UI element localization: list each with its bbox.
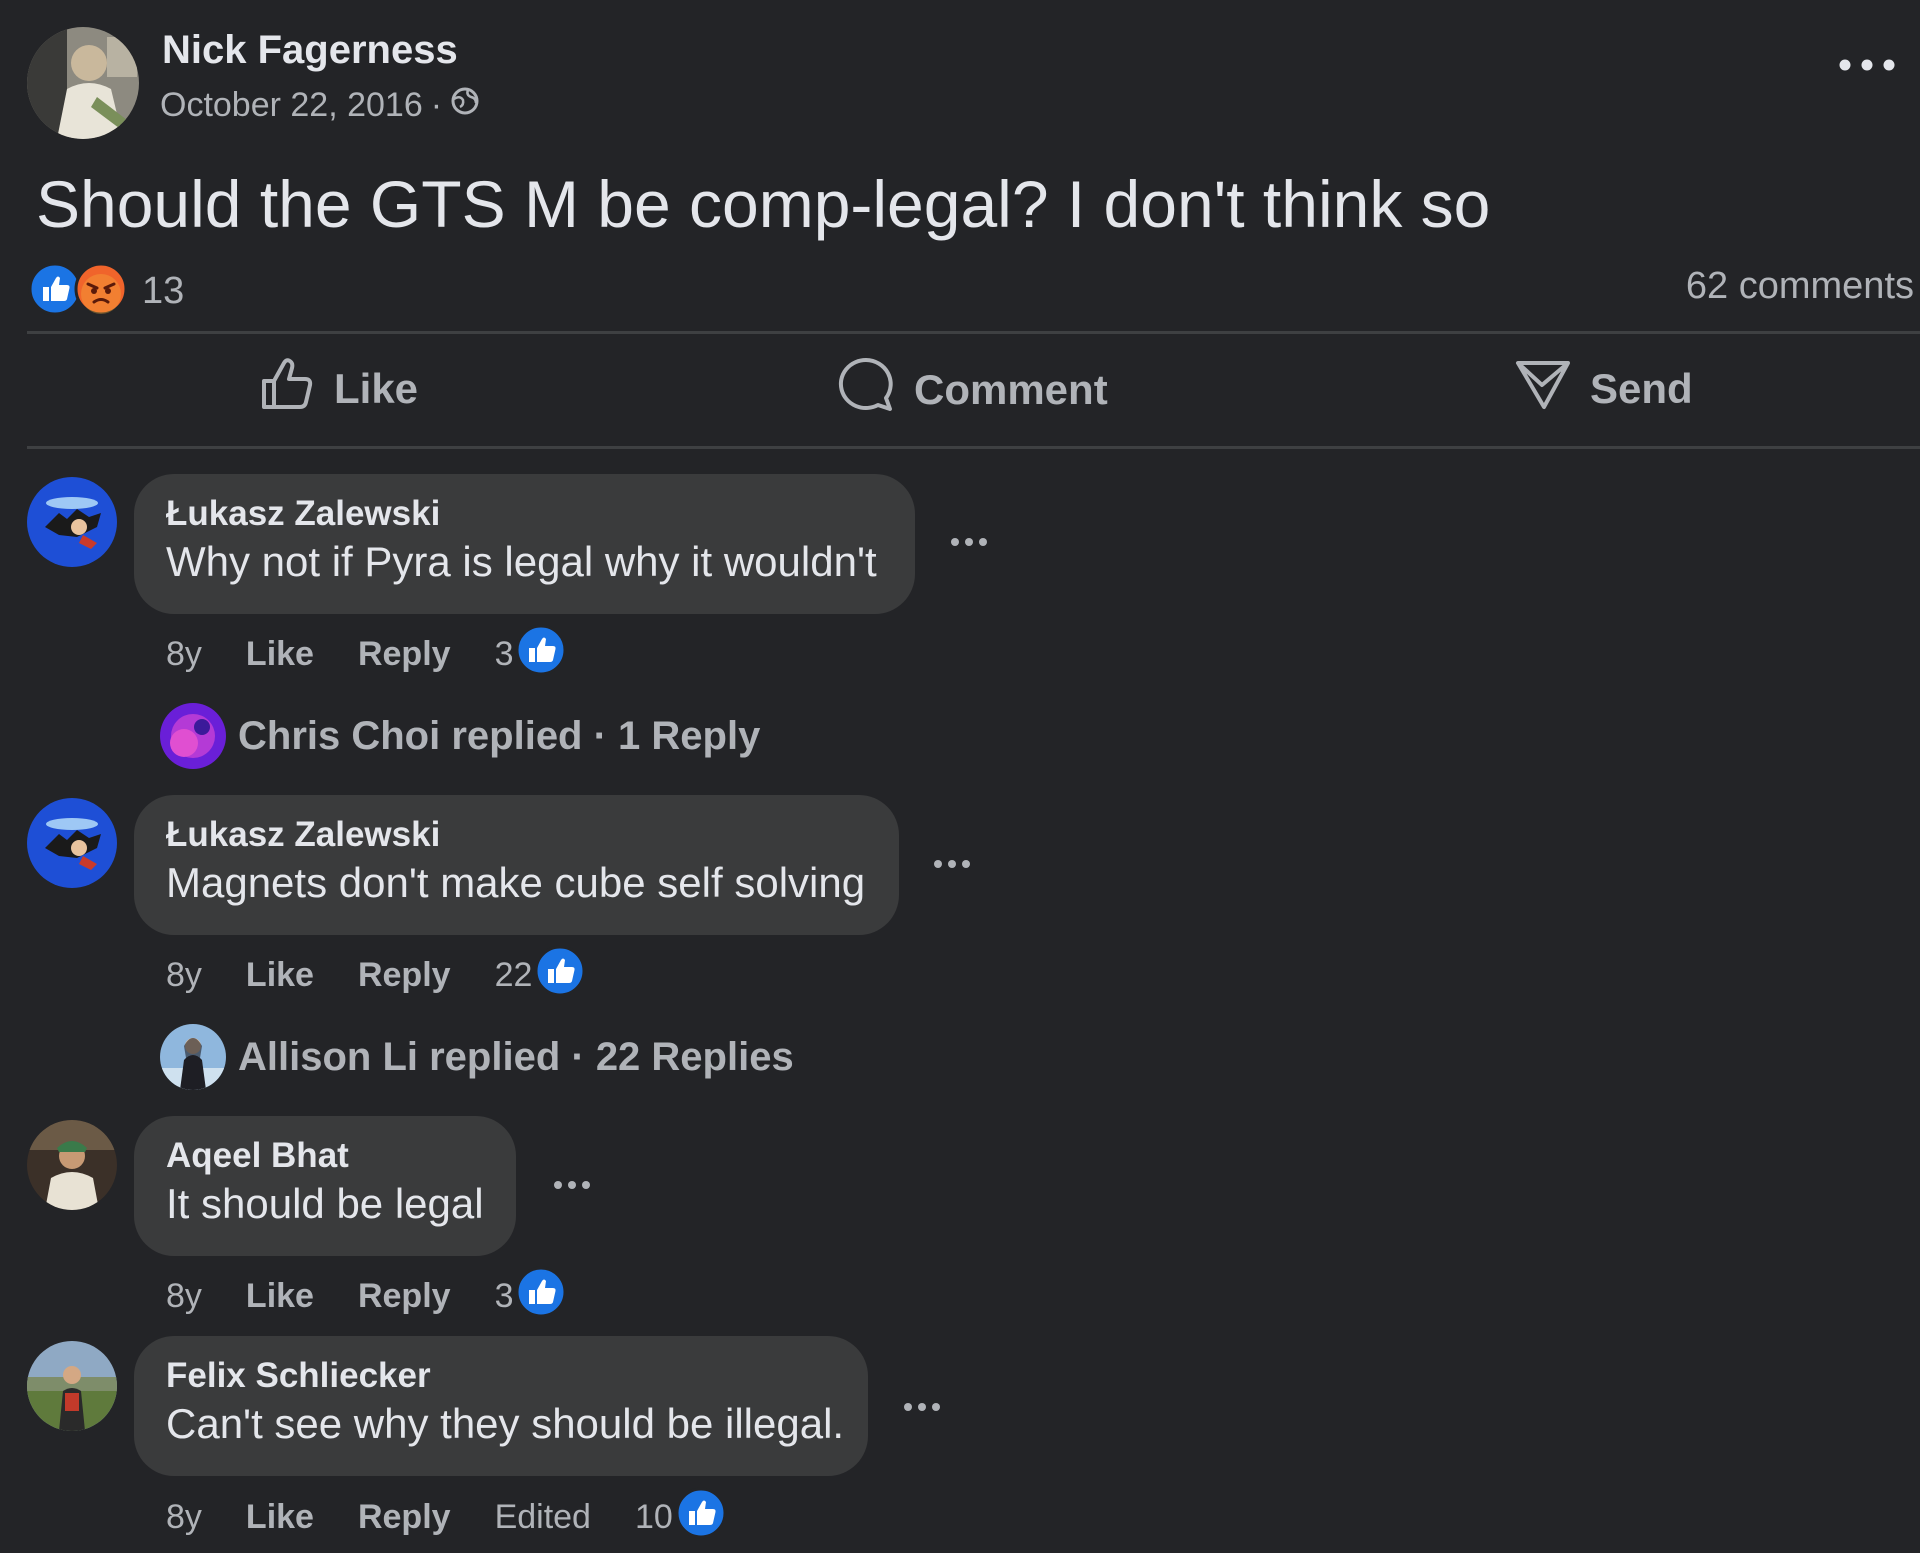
divider [27,446,1920,449]
comment-reply-button[interactable]: Reply [358,1277,451,1316]
comment-like-count: 22 [494,956,533,994]
comment-text: It should be legal [166,1180,484,1227]
send-icon [1514,355,1572,423]
reply-summary[interactable]: Chris Choi replied · 1 Reply [160,703,760,769]
post-date[interactable]: October 22, 2016 [160,86,423,125]
author-name[interactable]: Nick Fagerness [162,28,458,73]
comment-likes[interactable]: 3 [495,1266,568,1327]
comment-likes[interactable]: 3 [495,624,568,685]
reactions-summary[interactable]: 13 [28,262,184,321]
comment-more-options-icon[interactable] [900,1400,944,1414]
commenter-avatar[interactable] [27,1341,117,1431]
comment-more-options-icon[interactable] [550,1178,594,1192]
comment-author[interactable]: Łukasz Zalewski [166,494,883,534]
comment-meta: 8y Like Reply Edited 10 [166,1487,727,1548]
replier-avatar [160,703,226,769]
globe-icon [450,86,480,125]
like-badge-icon [515,1266,567,1327]
reply-summary-text: Allison Li replied · 22 Replies [238,1034,794,1079]
comment-button[interactable]: Comment [836,355,1108,425]
comment-like-count: 10 [634,1498,673,1536]
comment-bubble: Łukasz Zalewski Magnets don't make cube … [134,795,899,935]
like-badge-icon [675,1487,727,1548]
comment-meta: 8y Like Reply 3 [166,624,567,685]
comment-bubble-icon [836,355,896,425]
comment-author[interactable]: Aqeel Bhat [166,1136,484,1176]
comment-more-options-icon[interactable] [930,857,974,871]
comment-age[interactable]: 8y [166,1498,202,1537]
edited-label: Edited [494,1498,591,1536]
reply-summary-text: Chris Choi replied · 1 Reply [238,713,761,758]
comment-age[interactable]: 8y [166,635,202,674]
comment-like-button[interactable]: Like [246,1498,314,1537]
comment-like-count: 3 [494,635,514,673]
comment-more-options-icon[interactable] [947,535,991,549]
comment-reply-button[interactable]: Reply [358,635,451,674]
comments-count[interactable]: 62 comments [1686,265,1914,308]
commenter-avatar[interactable] [27,1120,117,1210]
comment-like-button[interactable]: Like [246,635,314,674]
meta-separator: · [430,86,443,124]
comment-reply-button[interactable]: Reply [358,1498,451,1537]
comment-author[interactable]: Łukasz Zalewski [166,815,867,855]
reaction-count[interactable]: 13 [142,270,184,313]
comment-age[interactable]: 8y [166,956,202,995]
commenter-avatar[interactable] [27,798,117,888]
angry-reaction-icon [74,262,128,321]
post-text: Should the GTS M be comp-legal? I don't … [36,167,1491,241]
divider [27,331,1920,334]
comment-bubble: Aqeel Bhat It should be legal [134,1116,516,1256]
comment-like-button[interactable]: Like [246,1277,314,1316]
author-avatar[interactable] [27,27,139,139]
commenter-avatar[interactable] [27,477,117,567]
comment-text: Magnets don't make cube self solving [166,859,866,906]
comment-likes[interactable]: 22 [495,945,587,1006]
send-button[interactable]: Send [1514,355,1693,423]
comment-text: Can't see why they should be illegal. [166,1400,845,1447]
comment-bubble: Łukasz Zalewski Why not if Pyra is legal… [134,474,915,614]
like-badge-icon [534,945,586,1006]
like-button[interactable]: Like [258,355,418,423]
comment-author[interactable]: Felix Schliecker [166,1356,836,1396]
like-label: Like [334,365,419,412]
comment-like-button[interactable]: Like [246,956,314,995]
comment-likes[interactable]: 10 [635,1487,727,1548]
send-label: Send [1590,365,1693,412]
thumbs-up-icon [258,355,316,423]
replier-avatar [160,1024,226,1090]
comment-text: Why not if Pyra is legal why it wouldn't [166,538,877,585]
comment-age[interactable]: 8y [166,1277,202,1316]
reply-summary[interactable]: Allison Li replied · 22 Replies [160,1024,794,1090]
comment-meta: 8y Like Reply 3 [166,1266,567,1327]
comment-reply-button[interactable]: Reply [358,956,451,995]
comment-meta: 8y Like Reply 22 [166,945,586,1006]
comment-bubble: Felix Schliecker Can't see why they shou… [134,1336,868,1476]
comment-like-count: 3 [494,1277,514,1315]
post-more-options-icon[interactable] [1832,50,1902,80]
comment-label: Comment [914,366,1108,413]
like-badge-icon [515,624,567,685]
post-meta: October 22, 2016 · [160,86,480,125]
